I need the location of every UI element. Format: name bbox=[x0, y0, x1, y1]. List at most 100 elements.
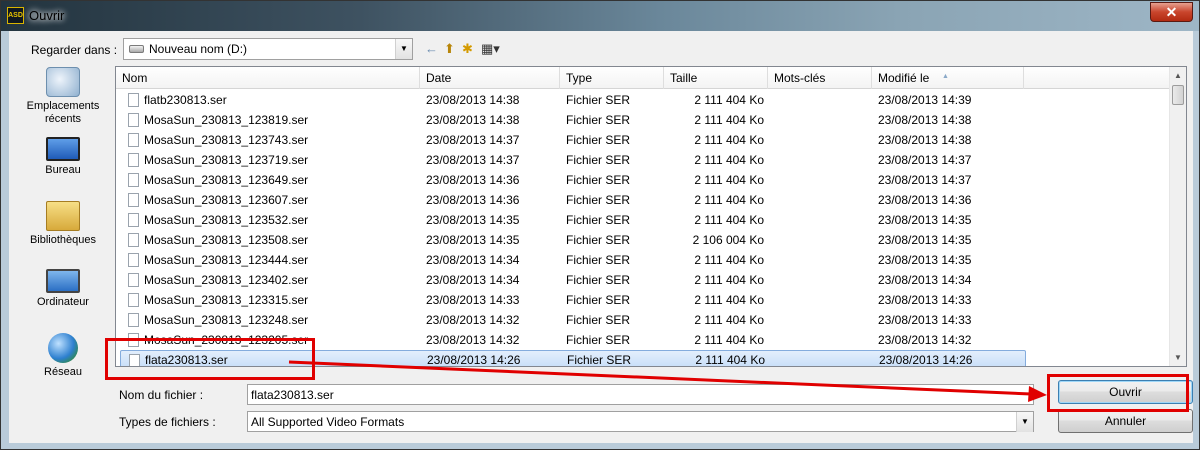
file-date: 23/08/2013 14:33 bbox=[426, 293, 520, 307]
file-modified: 23/08/2013 14:36 bbox=[878, 193, 972, 207]
file-modified: 23/08/2013 14:26 bbox=[879, 353, 973, 367]
filetype-label: Types de fichiers : bbox=[119, 415, 216, 429]
file-modified: 23/08/2013 14:33 bbox=[878, 313, 972, 327]
file-name: MosaSun_230813_123508.ser bbox=[144, 233, 309, 247]
file-list[interactable]: Nom Date Type Taille Mots-clés ▲ Modifié… bbox=[115, 66, 1187, 367]
filetype-combobox[interactable]: All Supported Video Formats ▼ bbox=[247, 411, 1034, 432]
file-size: 2 106 004 Ko bbox=[692, 233, 764, 247]
file-icon bbox=[128, 113, 139, 127]
new-folder-icon[interactable]: ✱ bbox=[462, 40, 473, 58]
vertical-scrollbar[interactable]: ▲ ▼ bbox=[1169, 67, 1186, 366]
file-icon bbox=[128, 293, 139, 307]
file-size: 2 111 404 Ko bbox=[694, 213, 764, 227]
column-header-size[interactable]: Taille bbox=[664, 67, 768, 89]
file-rows: flatb230813.ser 23/08/2013 14:38 Fichier S… bbox=[116, 90, 1170, 367]
file-type: Fichier SER bbox=[566, 113, 631, 127]
libraries-icon bbox=[46, 201, 80, 231]
file-type: Fichier SER bbox=[566, 233, 631, 247]
file-date: 23/08/2013 14:37 bbox=[426, 153, 520, 167]
file-type: Fichier SER bbox=[566, 273, 631, 287]
file-row[interactable]: MosaSun_230813_123607.ser 23/08/2013 14:3… bbox=[116, 190, 1170, 210]
file-modified: 23/08/2013 14:39 bbox=[878, 93, 972, 107]
column-header-date[interactable]: Date bbox=[420, 67, 560, 89]
column-header-type[interactable]: Type bbox=[560, 67, 664, 89]
file-row[interactable]: flatb230813.ser 23/08/2013 14:38 Fichier S… bbox=[116, 90, 1170, 110]
file-date: 23/08/2013 14:36 bbox=[426, 173, 520, 187]
file-size: 2 111 404 Ko bbox=[694, 193, 764, 207]
file-modified: 23/08/2013 14:32 bbox=[878, 333, 972, 347]
annotation-highlight-open bbox=[1047, 374, 1189, 412]
file-size: 2 111 404 Ko bbox=[694, 293, 764, 307]
file-row[interactable]: MosaSun_230813_123402.ser 23/08/2013 14:3… bbox=[116, 270, 1170, 290]
file-date: 23/08/2013 14:34 bbox=[426, 273, 520, 287]
places-bar: Emplacements récents Bureau Bibliothèque… bbox=[15, 67, 111, 419]
file-name: MosaSun_230813_123743.ser bbox=[144, 133, 309, 147]
place-desktop[interactable]: Bureau bbox=[15, 137, 111, 177]
file-date: 23/08/2013 14:32 bbox=[426, 313, 520, 327]
file-row[interactable]: MosaSun_230813_123248.ser 23/08/2013 14:3… bbox=[116, 310, 1170, 330]
file-name: MosaSun_230813_123649.ser bbox=[144, 173, 309, 187]
file-type: Fichier SER bbox=[566, 133, 631, 147]
scroll-down-icon[interactable]: ▼ bbox=[1170, 349, 1186, 366]
file-size: 2 111 404 Ko bbox=[694, 113, 764, 127]
file-name: flatb230813.ser bbox=[144, 93, 227, 107]
file-size: 2 111 404 Ko bbox=[694, 273, 764, 287]
look-in-value: Nouveau nom (D:) bbox=[149, 42, 248, 56]
file-type: Fichier SER bbox=[567, 353, 632, 367]
file-row[interactable]: MosaSun_230813_123819.ser 23/08/2013 14:3… bbox=[116, 110, 1170, 130]
file-size: 2 111 404 Ko bbox=[694, 153, 764, 167]
chevron-down-icon[interactable]: ▼ bbox=[395, 39, 412, 59]
file-name: MosaSun_230813_123248.ser bbox=[144, 313, 309, 327]
look-in-combobox[interactable]: Nouveau nom (D:) ▼ bbox=[123, 38, 413, 60]
place-recent[interactable]: Emplacements récents bbox=[15, 67, 111, 126]
column-headers: Nom Date Type Taille Mots-clés ▲ Modifié… bbox=[116, 67, 1170, 89]
file-row[interactable]: MosaSun_230813_123743.ser 23/08/2013 14:3… bbox=[116, 130, 1170, 150]
column-header-modified-label: Modifié le bbox=[878, 71, 930, 85]
file-icon bbox=[128, 313, 139, 327]
file-name: MosaSun_230813_123819.ser bbox=[144, 113, 309, 127]
cancel-button[interactable]: Annuler bbox=[1058, 409, 1193, 433]
file-icon bbox=[128, 93, 139, 107]
file-row[interactable]: MosaSun_230813_123315.ser 23/08/2013 14:3… bbox=[116, 290, 1170, 310]
file-row[interactable]: MosaSun_230813_123532.ser 23/08/2013 14:3… bbox=[116, 210, 1170, 230]
file-date: 23/08/2013 14:35 bbox=[426, 213, 520, 227]
back-arrow-icon[interactable]: ← bbox=[425, 40, 438, 58]
place-libraries[interactable]: Bibliothèques bbox=[15, 201, 111, 247]
view-menu-icon[interactable]: ▦▾ bbox=[481, 40, 500, 58]
sort-indicator-icon: ▲ bbox=[942, 73, 949, 80]
file-modified: 23/08/2013 14:37 bbox=[878, 153, 972, 167]
file-row[interactable]: MosaSun_230813_123649.ser 23/08/2013 14:3… bbox=[116, 170, 1170, 190]
place-network[interactable]: Réseau bbox=[15, 333, 111, 379]
file-size: 2 111 404 Ko bbox=[694, 313, 764, 327]
file-name: MosaSun_230813_123719.ser bbox=[144, 153, 309, 167]
file-type: Fichier SER bbox=[566, 173, 631, 187]
file-icon bbox=[128, 253, 139, 267]
up-folder-icon[interactable]: ⬆ bbox=[444, 40, 455, 58]
column-header-name[interactable]: Nom bbox=[116, 67, 420, 89]
close-button[interactable]: ✕ bbox=[1150, 2, 1193, 22]
file-name: MosaSun_230813_123532.ser bbox=[144, 213, 309, 227]
file-date: 23/08/2013 14:37 bbox=[426, 133, 520, 147]
column-header-tags[interactable]: Mots-clés bbox=[768, 67, 872, 89]
scroll-up-icon[interactable]: ▲ bbox=[1170, 67, 1186, 84]
place-computer[interactable]: Ordinateur bbox=[15, 269, 111, 309]
file-modified: 23/08/2013 14:38 bbox=[878, 133, 972, 147]
chevron-down-icon[interactable]: ▼ bbox=[1016, 412, 1033, 432]
filename-input[interactable] bbox=[247, 384, 1034, 405]
file-row[interactable]: MosaSun_230813_123444.ser 23/08/2013 14:3… bbox=[116, 250, 1170, 270]
scroll-thumb[interactable] bbox=[1172, 85, 1184, 105]
file-row[interactable]: MosaSun_230813_123508.ser 23/08/2013 14:3… bbox=[116, 230, 1170, 250]
place-label: Emplacements récents bbox=[26, 100, 100, 125]
column-header-modified[interactable]: ▲ Modifié le bbox=[872, 67, 1024, 89]
window-title: Ouvrir bbox=[29, 8, 65, 23]
place-label: Bureau bbox=[45, 164, 81, 176]
file-type: Fichier SER bbox=[566, 153, 631, 167]
file-date: 23/08/2013 14:32 bbox=[426, 333, 520, 347]
title-bar[interactable]: ASD Ouvrir ✕ bbox=[1, 1, 1199, 31]
file-date: 23/08/2013 14:38 bbox=[426, 93, 520, 107]
file-type: Fichier SER bbox=[566, 313, 631, 327]
drive-icon bbox=[129, 45, 144, 53]
file-size: 2 111 404 Ko bbox=[694, 93, 764, 107]
place-label: Réseau bbox=[44, 366, 82, 378]
file-row[interactable]: MosaSun_230813_123719.ser 23/08/2013 14:3… bbox=[116, 150, 1170, 170]
